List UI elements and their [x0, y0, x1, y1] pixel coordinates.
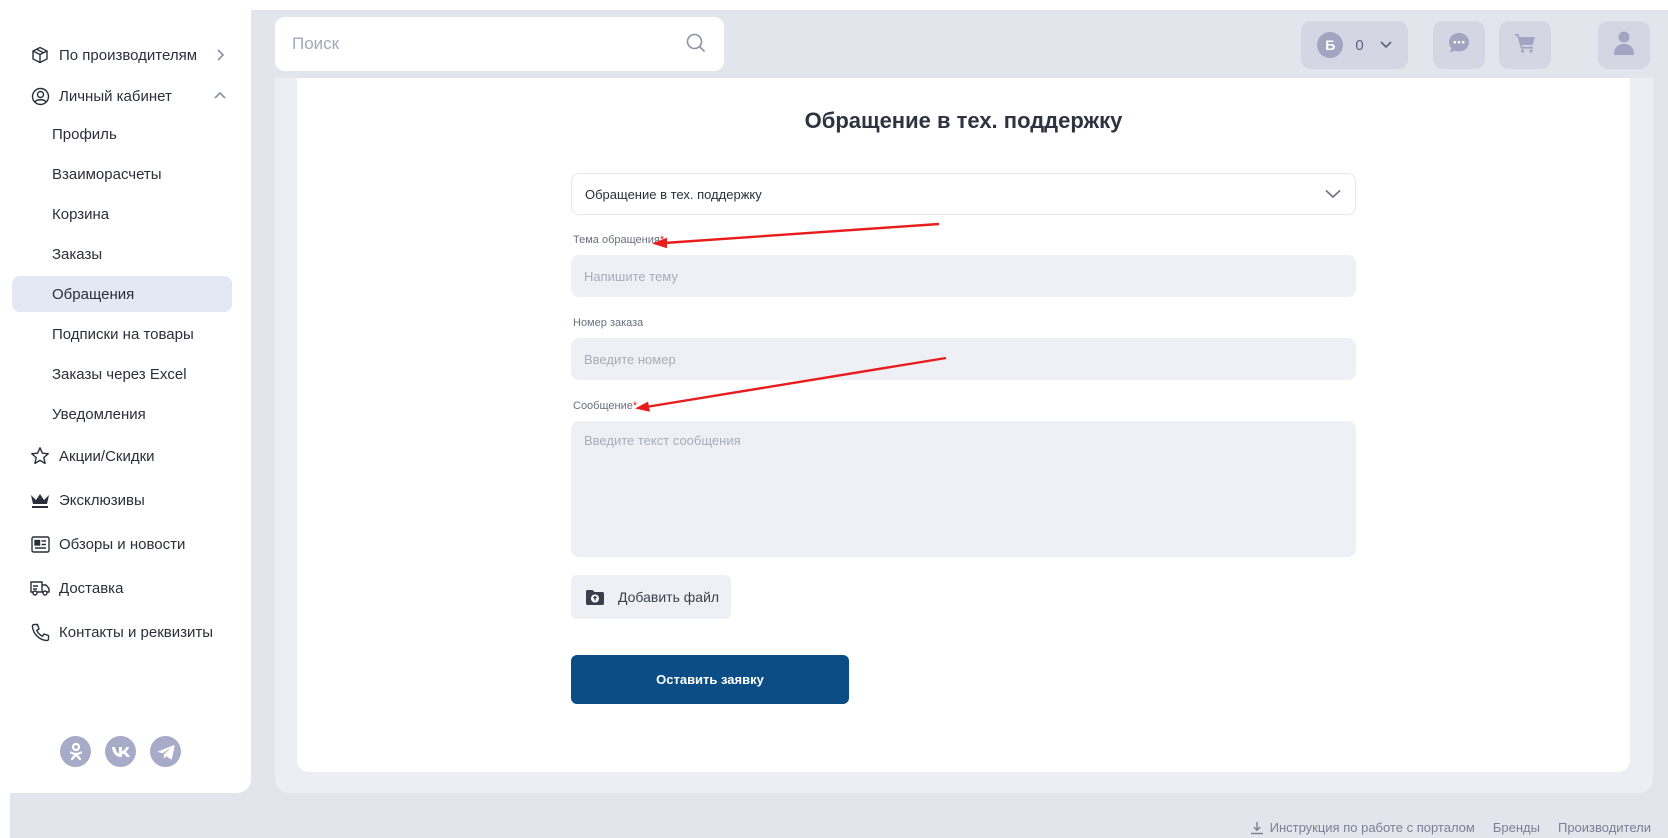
sidebar-item-contacts[interactable]: Контакты и реквизиты	[20, 614, 242, 650]
message-label: Сообщение*	[573, 400, 638, 412]
footer-links: Инструкция по работе с порталом Бренды П…	[1232, 820, 1651, 835]
sidebar-item-label: Подписки на товары	[52, 325, 194, 343]
sidebar-item-profile[interactable]: Профиль	[12, 116, 232, 152]
phone-icon	[30, 622, 50, 642]
chat-icon	[1448, 32, 1470, 59]
search-icon[interactable]	[686, 33, 706, 58]
order-number-field[interactable]: Введите номер	[571, 338, 1356, 380]
sidebar-item-label: Заказы	[52, 245, 103, 263]
sidebar-item-label: Обзоры и новости	[59, 535, 186, 553]
subject-field[interactable]: Напишите тему	[571, 255, 1356, 297]
chevron-down-icon	[1325, 187, 1341, 202]
page-title: Обращение в тех. поддержку	[804, 108, 1123, 133]
request-type-select[interactable]: Обращение в тех. поддержку	[571, 173, 1356, 215]
sidebar-item-promotions[interactable]: Акции/Скидки	[20, 438, 242, 474]
instruction-label: Инструкция по работе с порталом	[1269, 820, 1475, 835]
crown-icon	[30, 490, 50, 510]
sidebar-item-label: Уведомления	[52, 405, 146, 423]
star-icon	[30, 446, 50, 466]
cart-button[interactable]	[1499, 21, 1551, 69]
sidebar-item-label: Доставка	[59, 579, 124, 597]
order-number-label: Номер заказа	[573, 317, 644, 329]
sidebar-item-cart[interactable]: Корзина	[12, 196, 232, 232]
sidebar-item-notifications[interactable]: Уведомления	[12, 396, 232, 432]
message-placeholder: Введите текст сообщения	[584, 433, 741, 448]
box-icon	[30, 45, 50, 65]
manufacturers-link[interactable]: Производители	[1558, 820, 1651, 835]
search-bar	[275, 17, 724, 71]
required-mark: *	[659, 234, 665, 246]
telegram-icon[interactable]	[150, 736, 181, 767]
vk-icon[interactable]	[105, 736, 136, 767]
sidebar-item-delivery[interactable]: Доставка	[20, 570, 242, 606]
chevron-right-icon	[212, 47, 228, 63]
chevron-up-icon	[212, 88, 228, 104]
profile-button[interactable]	[1598, 21, 1650, 69]
sidebar-item-label: Профиль	[52, 125, 117, 143]
bonus-dropdown[interactable]: Б 0	[1301, 21, 1408, 69]
sidebar-item-settlements[interactable]: Взаиморасчеты	[12, 156, 232, 192]
sidebar-item-label: По производителям	[59, 46, 198, 64]
required-mark: *	[632, 400, 638, 412]
chat-button[interactable]	[1433, 21, 1485, 69]
request-type-value: Обращение в тех. поддержку	[585, 186, 762, 202]
sidebar-item-label: Эксклюзивы	[59, 491, 145, 509]
download-icon	[1250, 821, 1263, 834]
order-number-placeholder: Введите номер	[584, 351, 676, 367]
truck-icon	[30, 578, 50, 598]
sidebar-item-label: Контакты и реквизиты	[59, 623, 214, 641]
sidebar-item-excel-orders[interactable]: Заказы через Excel	[12, 356, 232, 392]
user-icon	[1614, 31, 1634, 60]
sidebar-item-account[interactable]: Личный кабинет	[20, 78, 242, 114]
sidebar-item-news[interactable]: Обзоры и новости	[20, 526, 242, 562]
bonus-value: 0	[1355, 36, 1364, 54]
sidebar-item-manufacturers[interactable]: По производителям	[20, 37, 242, 73]
chevron-down-icon	[1380, 36, 1392, 54]
message-textarea[interactable]: Введите текст сообщения	[571, 421, 1356, 557]
sidebar-item-label: Акции/Скидки	[59, 447, 155, 465]
user-circle-icon	[30, 86, 50, 106]
cart-icon	[1514, 33, 1536, 58]
sidebar-item-orders[interactable]: Заказы	[12, 236, 232, 272]
sidebar-item-label: Заказы через Excel	[52, 365, 187, 383]
sidebar-item-exclusives[interactable]: Эксклюзивы	[20, 482, 242, 518]
subject-label: Тема обращения*	[573, 234, 665, 246]
bonus-badge: Б	[1317, 32, 1344, 58]
sidebar-item-requests[interactable]: Обращения	[12, 276, 232, 312]
news-icon	[30, 534, 50, 554]
add-file-button[interactable]: Добавить файл	[571, 575, 731, 619]
sidebar-item-label: Обращения	[52, 285, 135, 303]
sidebar-item-label: Корзина	[52, 205, 110, 223]
social-links	[60, 736, 181, 767]
submit-request-button[interactable]: Оставить заявку	[571, 655, 849, 704]
sidebar: По производителям Личный кабинет Профиль…	[10, 10, 251, 793]
instruction-link[interactable]: Инструкция по работе с порталом	[1250, 820, 1475, 835]
sidebar-item-subscriptions[interactable]: Подписки на товары	[12, 316, 232, 352]
sidebar-item-label: Личный кабинет	[59, 87, 172, 105]
search-input[interactable]	[292, 34, 672, 54]
brands-link[interactable]: Бренды	[1493, 820, 1540, 835]
sidebar-item-label: Взаиморасчеты	[52, 165, 162, 183]
odnoklassniki-icon[interactable]	[60, 736, 91, 767]
add-file-label: Добавить файл	[618, 589, 720, 605]
subject-placeholder: Напишите тему	[584, 268, 678, 284]
folder-upload-icon	[585, 587, 605, 607]
